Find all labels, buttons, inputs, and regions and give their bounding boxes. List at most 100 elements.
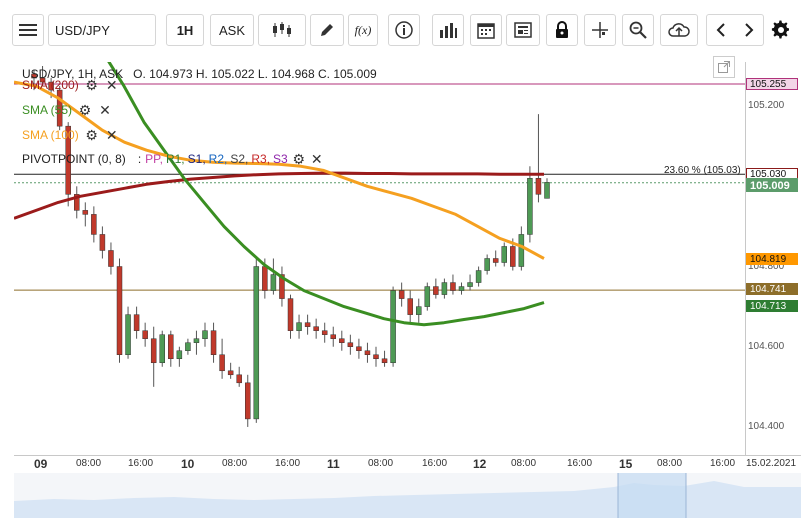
candle-body: [398, 290, 405, 299]
navigator-window[interactable]: [618, 473, 686, 518]
calendar-button[interactable]: [470, 14, 502, 46]
time-day-label: 10: [181, 457, 195, 471]
navigator-chart[interactable]: [14, 473, 801, 518]
lock-icon: [556, 21, 568, 38]
drawing-tools-button[interactable]: [310, 14, 344, 46]
candle-body: [313, 326, 319, 331]
gear-icon[interactable]: ⚙: [292, 151, 306, 167]
pivot-item: S3: [273, 152, 288, 166]
candle-body: [510, 246, 516, 267]
candle-body: [296, 322, 302, 331]
price-type-button[interactable]: ASK: [210, 14, 254, 46]
time-label: 16:00: [275, 458, 301, 469]
candle-body: [492, 258, 499, 263]
lock-button[interactable]: [546, 14, 578, 46]
legend-sma55: SMA (55) ⚙ ✕: [22, 102, 112, 118]
candle-body: [407, 298, 413, 315]
sma200-label: SMA (200): [22, 78, 79, 92]
indicators-button[interactable]: f(x): [348, 14, 378, 46]
candle-body: [219, 354, 225, 372]
candle-body: [262, 266, 268, 291]
chart-area[interactable]: USD/JPY, 1H, ASK O. 104.973 H. 105.022 L…: [14, 56, 745, 506]
chevron-right-icon[interactable]: [743, 22, 755, 38]
chevron-left-icon[interactable]: [715, 22, 727, 38]
news-button[interactable]: [506, 14, 540, 46]
close-icon[interactable]: ✕: [98, 102, 112, 118]
legend-sma100: SMA (100) ⚙ ✕: [22, 127, 119, 143]
cloud-save-button[interactable]: [660, 14, 698, 46]
close-icon[interactable]: ✕: [310, 151, 324, 167]
candle-body: [441, 282, 448, 295]
zoom-icon: [629, 21, 647, 39]
navigator-strip[interactable]: [14, 473, 801, 518]
candle-body: [185, 342, 191, 351]
chart-type-button[interactable]: [258, 14, 306, 46]
sma100-label: SMA (100): [22, 128, 79, 142]
candle-body: [287, 298, 294, 331]
gear-icon[interactable]: ⚙: [85, 127, 99, 143]
candle-body: [321, 330, 328, 335]
close-icon[interactable]: ✕: [105, 77, 119, 93]
crosshair-icon: [592, 22, 608, 38]
pencil-icon: [321, 24, 333, 36]
price-chart[interactable]: [14, 62, 745, 455]
price-axis[interactable]: 105.200 104.800 104.600 104.400 105.255 105.…: [745, 62, 801, 455]
info-icon: [395, 21, 413, 39]
gear-icon[interactable]: ⚙: [85, 77, 99, 93]
fullscreen-button[interactable]: [713, 56, 735, 78]
candle-body: [125, 314, 131, 355]
time-day-label: 12: [473, 457, 487, 471]
price-tag: 105.009: [746, 177, 798, 192]
symbol-selector[interactable]: USD/JPY: [48, 14, 156, 46]
timeframe-label: 1H: [176, 22, 194, 38]
time-day-label: 15: [619, 457, 633, 471]
candle-body: [458, 286, 465, 291]
candle-body: [168, 334, 174, 360]
expand-icon: [718, 61, 730, 73]
pivot-item: R3,: [251, 152, 271, 166]
candle-body: [424, 286, 431, 307]
menu-icon: [19, 24, 37, 36]
history-nav: [706, 14, 764, 46]
crosshair-button[interactable]: [584, 14, 616, 46]
settings-button[interactable]: [768, 16, 794, 44]
bar-chart-icon: [440, 23, 457, 38]
time-label: 08:00: [222, 458, 248, 469]
close-icon[interactable]: ✕: [105, 127, 119, 143]
price-tick-label: 104.400: [748, 420, 785, 432]
timeframe-button[interactable]: 1H: [166, 14, 204, 46]
candle-body: [381, 358, 388, 364]
candle-body: [245, 382, 251, 420]
time-axis[interactable]: 09 08:00 16:00 10 08:00 16:00 11 08:00 16:00 12 08…: [14, 455, 801, 474]
candle-body: [133, 314, 140, 331]
function-icon: f(x): [354, 22, 372, 37]
candle-body: [467, 282, 473, 287]
price-tag: 104.741: [746, 283, 798, 296]
time-day-label: 09: [34, 457, 48, 471]
cloud-upload-icon: [668, 23, 690, 37]
candle-body: [253, 266, 260, 420]
symbol-label: USD/JPY: [55, 22, 110, 38]
candle-body: [527, 178, 533, 235]
zoom-button[interactable]: [622, 14, 654, 46]
candle-body: [416, 306, 422, 315]
calendar-icon: [477, 23, 495, 39]
toolbar: USD/JPY 1H ASK f(x): [0, 0, 801, 62]
gear-icon[interactable]: ⚙: [78, 102, 92, 118]
candle-body: [339, 338, 345, 343]
menu-button[interactable]: [12, 14, 44, 46]
candle-body: [176, 350, 183, 360]
candle-body: [304, 322, 311, 327]
pivot-sep: :: [137, 152, 142, 166]
candle-body: [373, 354, 379, 360]
info-button[interactable]: [388, 14, 420, 46]
candle-body: [193, 338, 200, 343]
candle-body: [227, 370, 234, 376]
candle-body: [330, 334, 336, 339]
fib-level-label: 23.60 % (105.03): [664, 165, 741, 176]
candle-body: [535, 178, 542, 195]
price-tag: 104.713: [746, 300, 798, 313]
volume-button[interactable]: [432, 14, 464, 46]
time-label: 08:00: [657, 458, 683, 469]
candle-body: [91, 214, 97, 235]
